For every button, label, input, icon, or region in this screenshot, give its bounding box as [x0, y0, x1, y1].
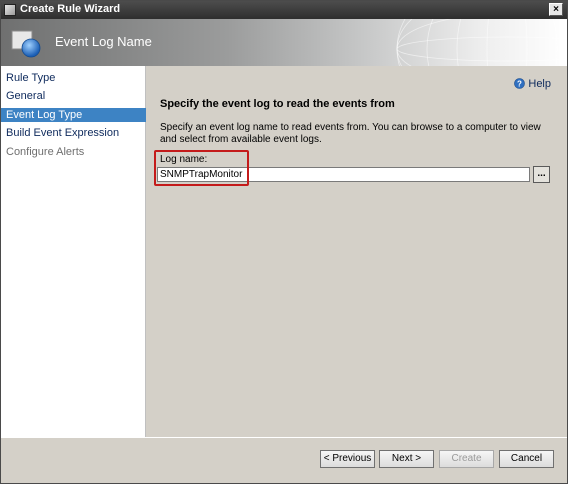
svg-text:?: ? [517, 79, 522, 88]
close-button[interactable]: × [549, 3, 563, 16]
globe-orb-icon [11, 30, 41, 58]
help-question-icon: ? [514, 78, 526, 89]
section-heading: Specify the event log to read the events… [160, 98, 395, 110]
sidebar-item-configure-alerts: Configure Alerts [6, 146, 85, 158]
browse-button[interactable]: ... [533, 166, 550, 183]
window-title: Create Rule Wizard [20, 3, 121, 15]
globe-grid-decoration [396, 19, 567, 66]
next-button[interactable]: Next > [379, 450, 434, 468]
section-description: Specify an event log name to read events… [160, 122, 541, 145]
wizard-steps-sidebar: Rule Type General Event Log Type Build E… [1, 66, 146, 437]
help-link[interactable]: ? Help [514, 77, 551, 91]
previous-button[interactable]: < Previous [320, 450, 375, 468]
sidebar-item-build-event-expression[interactable]: Build Event Expression [1, 126, 146, 140]
sidebar-item-rule-type[interactable]: Rule Type [1, 71, 146, 85]
wizard-footer: < Previous Next > Create Cancel [1, 437, 567, 483]
sidebar-item-general[interactable]: General [1, 89, 146, 103]
wizard-banner: Event Log Name [1, 19, 567, 66]
create-rule-wizard-window: Create Rule Wizard × Event Log Name Rule… [0, 0, 568, 484]
title-bar: Create Rule Wizard × [1, 1, 567, 19]
annotation-highlight-box [154, 150, 249, 186]
create-button: Create [439, 450, 494, 468]
wizard-content-panel: ? Help Specify the event log to read the… [147, 66, 567, 437]
wizard-app-icon [4, 4, 16, 16]
sidebar-item-event-log-type[interactable]: Event Log Type [1, 108, 146, 122]
help-label: Help [528, 78, 551, 90]
banner-title: Event Log Name [55, 34, 152, 49]
cancel-button[interactable]: Cancel [499, 450, 554, 468]
